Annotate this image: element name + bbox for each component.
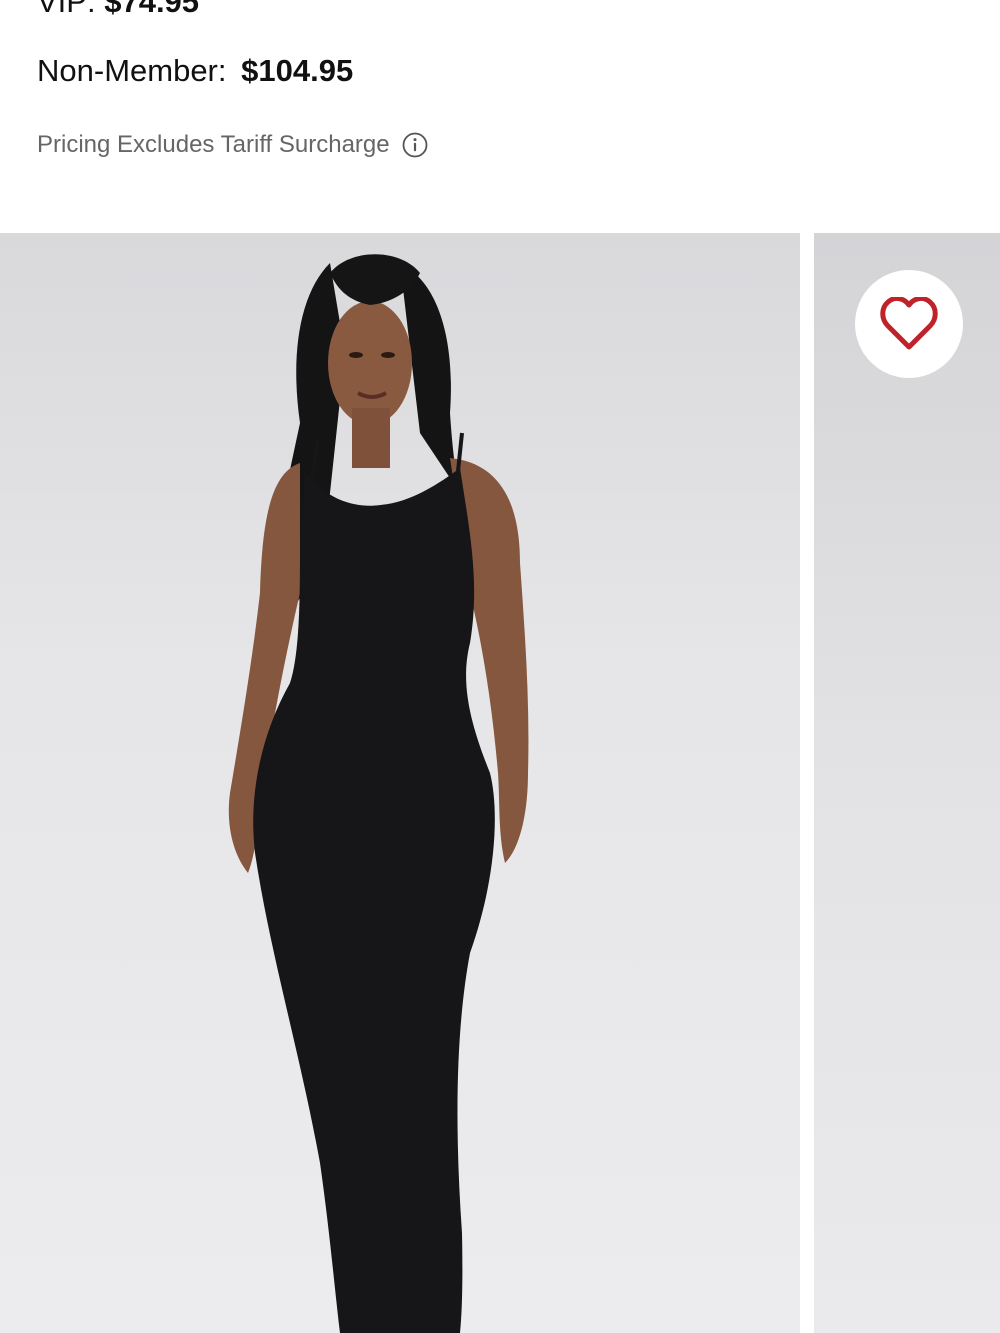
product-image-next-peek[interactable] [814,233,1000,1333]
non-member-price-value: $104.95 [241,53,354,88]
heart-outline-icon [880,297,938,350]
add-to-favorites-button[interactable] [855,270,963,378]
non-member-price-line: Non-Member: $104.95 [37,51,353,91]
tariff-note-text: Pricing Excludes Tariff Surcharge [37,131,390,158]
product-image-main[interactable] [0,233,800,1333]
vip-price-value: $74.95 [104,0,200,19]
vip-price-label: VIP: [37,0,96,19]
info-icon[interactable] [402,132,428,158]
non-member-price-label: Non-Member: [37,53,227,88]
product-image-gallery[interactable] [0,233,1000,1333]
vip-price-line: VIP: $74.95 [37,0,199,20]
model-in-black-maxi-dress-image [228,254,529,1333]
tariff-note: Pricing Excludes Tariff Surcharge [37,128,428,162]
